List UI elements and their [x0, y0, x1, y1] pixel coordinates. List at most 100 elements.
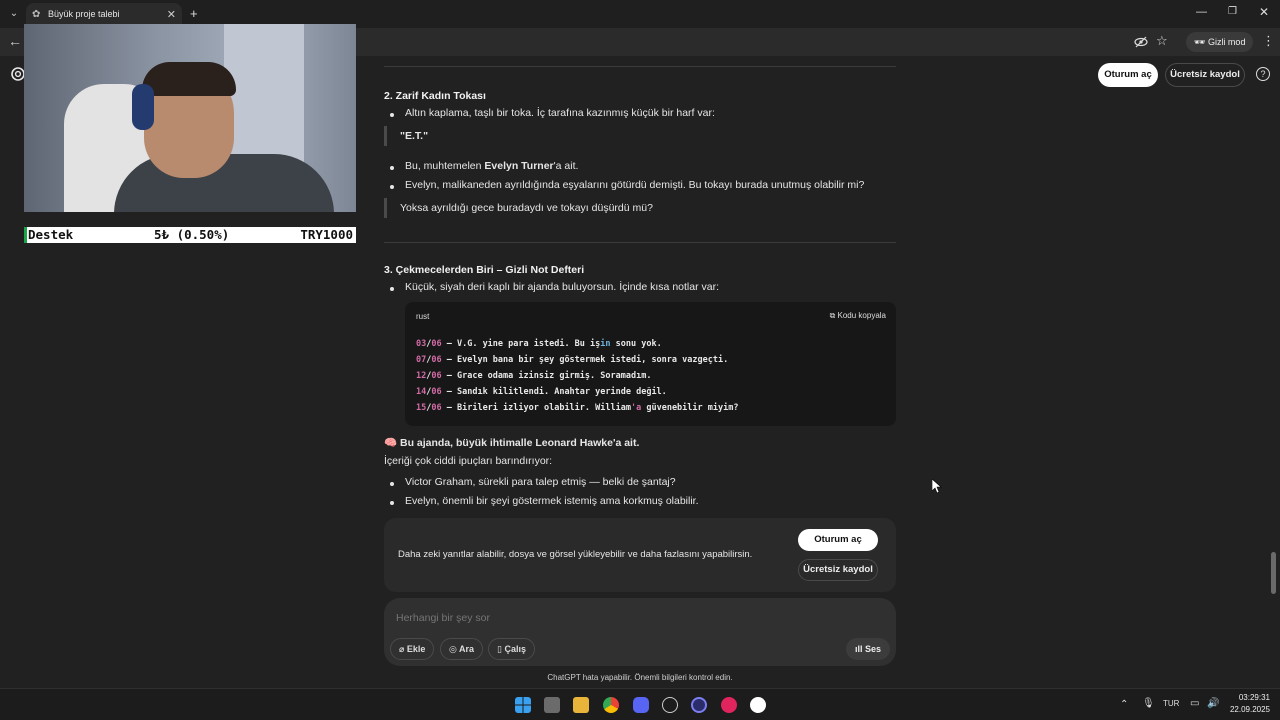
search-button[interactable]: ◎ Ara — [440, 638, 484, 660]
signup-prompt-text: Daha zeki yanıtlar alabilir, dosya ve gö… — [398, 549, 753, 560]
code-line: 14/06 – Sandık kilitlendi. Anahtar yerin… — [416, 387, 667, 397]
clock-date[interactable]: 22.09.2025 — [1222, 705, 1270, 714]
code-language-label: rust — [416, 312, 430, 321]
code-text: – Birileri izliyor olabilir. William — [441, 403, 631, 413]
volume-icon[interactable]: 🔊 — [1207, 698, 1219, 709]
ajanda-owner-line: 🧠 Bu ajanda, büyük ihtimalle Leonard Haw… — [384, 437, 640, 449]
code-line: 03/06 – V.G. yine para istedi. Bu işin s… — [416, 339, 662, 349]
bullet-dot — [390, 482, 394, 486]
tray-chevron-up-icon[interactable]: ⌃ — [1120, 699, 1128, 710]
bullet-dot — [390, 185, 394, 189]
input-language[interactable]: TUR — [1163, 699, 1179, 708]
bullet-dot — [390, 501, 394, 505]
code-number: 06 — [431, 339, 442, 349]
message-composer: ⌀ Ekle ◎ Ara ▯ Çalış ıll Ses — [384, 598, 896, 666]
code-text: – Grace odama izinsiz girmiş. Soramadım. — [441, 371, 652, 381]
new-tab-icon[interactable]: + — [190, 6, 198, 21]
code-keyword: 'a — [630, 403, 642, 413]
task-view-icon[interactable] — [544, 697, 560, 713]
code-text: – Evelyn bana bir şey göstermek istedi, … — [441, 355, 729, 365]
list-item: Evelyn, önemli bir şeyi göstermek istemi… — [405, 495, 699, 507]
code-number: 12 — [416, 371, 427, 381]
bullet-dot — [390, 113, 394, 117]
donation-goal: TRY1000 — [300, 227, 353, 242]
obs-icon[interactable] — [691, 697, 707, 713]
media-player-icon[interactable] — [721, 697, 737, 713]
paragraph: İçeriği çok ciddi ipuçları barındırıyor: — [384, 455, 553, 467]
copy-code-button[interactable]: ⧉ Kodu kopyala — [830, 311, 886, 321]
page-scrollbar[interactable] — [1271, 552, 1276, 594]
restore-icon[interactable]: ❐ — [1228, 6, 1237, 17]
network-icon[interactable]: ▭ — [1190, 698, 1199, 709]
code-line: 07/06 – Evelyn bana bir şey göstermek is… — [416, 355, 729, 365]
donation-label: Destek — [28, 227, 74, 242]
code-number: 06 — [431, 403, 442, 413]
window-close-icon[interactable]: ✕ — [1259, 5, 1269, 19]
code-number: 15 — [416, 403, 427, 413]
code-number: 07 — [416, 355, 427, 365]
webcam-overlay — [24, 24, 356, 212]
clock-time[interactable]: 03:29:31 — [1226, 693, 1270, 702]
minimize-icon[interactable]: — — [1196, 6, 1207, 18]
blockquote: Yoksa ayrıldığı gece buradaydı ve tokayı… — [384, 198, 653, 218]
bullet-dot — [390, 166, 394, 170]
incognito-badge[interactable]: 🕶 Gizli mod — [1186, 32, 1254, 52]
app-g-icon[interactable] — [750, 697, 766, 713]
signup-button[interactable]: Ücretsiz kaydol — [1165, 63, 1245, 87]
incognito-icon: 🕶 — [1194, 37, 1208, 47]
list-item-text: Bu, muhtemelen — [405, 160, 485, 172]
tab-close-icon[interactable]: ✕ — [167, 8, 176, 21]
divider — [384, 66, 896, 67]
copy-code-label: Kodu kopyala — [837, 311, 886, 320]
back-arrow-icon[interactable]: ← — [8, 33, 22, 49]
webcam-headset — [132, 84, 154, 130]
list-item: Evelyn, malikaneden ayrıldığında eşyalar… — [405, 179, 865, 191]
chat-message-content: 2. Zarif Kadın Tokası Altın kaplama, taş… — [384, 56, 896, 518]
code-number: 06 — [431, 355, 442, 365]
voice-label: Ses — [865, 644, 882, 654]
attach-button[interactable]: ⌀ Ekle — [390, 638, 435, 660]
code-number: 06 — [431, 371, 442, 381]
tab-title: Büyük proje talebi — [48, 9, 120, 19]
code-line: 15/06 – Birileri izliyor olabilir. Willi… — [416, 403, 739, 413]
bookmark-star-icon[interactable]: ☆ — [1156, 33, 1168, 49]
signup-button[interactable]: Ücretsiz kaydol — [798, 559, 878, 581]
login-button[interactable]: Oturum aç — [1098, 63, 1158, 87]
microphone-icon[interactable]: 🎙 — [1142, 698, 1155, 709]
file-explorer-icon[interactable] — [573, 697, 589, 713]
list-item-text: 'a ait. — [553, 160, 579, 172]
list-item: Altın kaplama, taşlı bir toka. İç tarafı… — [405, 107, 715, 119]
code-number: 03 — [416, 339, 427, 349]
clock-app-icon[interactable] — [662, 697, 678, 713]
code-number: 06 — [431, 387, 442, 397]
voice-button[interactable]: ıll Ses — [846, 638, 890, 660]
code-block: rust ⧉ Kodu kopyala 03/06 – V.G. yine pa… — [405, 302, 896, 426]
windows-start-icon[interactable] — [515, 697, 531, 713]
discord-icon[interactable] — [633, 697, 649, 713]
section-heading: 2. Zarif Kadın Tokası — [384, 90, 486, 102]
browser-menu-icon[interactable]: ⋮ — [1262, 33, 1275, 49]
code-text: güvenebilir miyim? — [641, 403, 739, 413]
chatgpt-favicon-icon: ✿ — [32, 9, 41, 20]
eye-off-icon[interactable] — [1134, 35, 1148, 49]
code-text: sonu yok. — [610, 339, 662, 349]
help-icon[interactable]: ? — [1256, 67, 1270, 81]
prompt-input[interactable] — [396, 611, 856, 625]
mouse-cursor-icon — [932, 479, 942, 493]
list-item: Victor Graham, sürekli para talep etmiş … — [405, 476, 676, 488]
divider — [384, 242, 896, 243]
paperclip-icon: ⌀ — [399, 644, 407, 654]
webcam-person-hair — [142, 62, 236, 96]
incognito-label: Gizli mod — [1207, 37, 1246, 47]
study-button[interactable]: ▯ Çalış — [488, 638, 535, 660]
section-heading: 3. Çekmecelerden Biri – Gizli Not Defter… — [384, 264, 585, 276]
login-button[interactable]: Oturum aç — [798, 529, 878, 551]
code-keyword: in — [600, 339, 611, 349]
waveform-icon: ıll — [854, 644, 865, 654]
tab-search-chevron-icon[interactable]: ⌄ — [6, 6, 22, 22]
study-label: Çalış — [504, 644, 526, 654]
code-number: 14 — [416, 387, 427, 397]
chrome-icon[interactable] — [603, 697, 619, 713]
disclaimer-text: ChatGPT hata yapabilir. Önemli bilgileri… — [547, 673, 733, 682]
blockquote: "E.T." — [384, 126, 428, 146]
